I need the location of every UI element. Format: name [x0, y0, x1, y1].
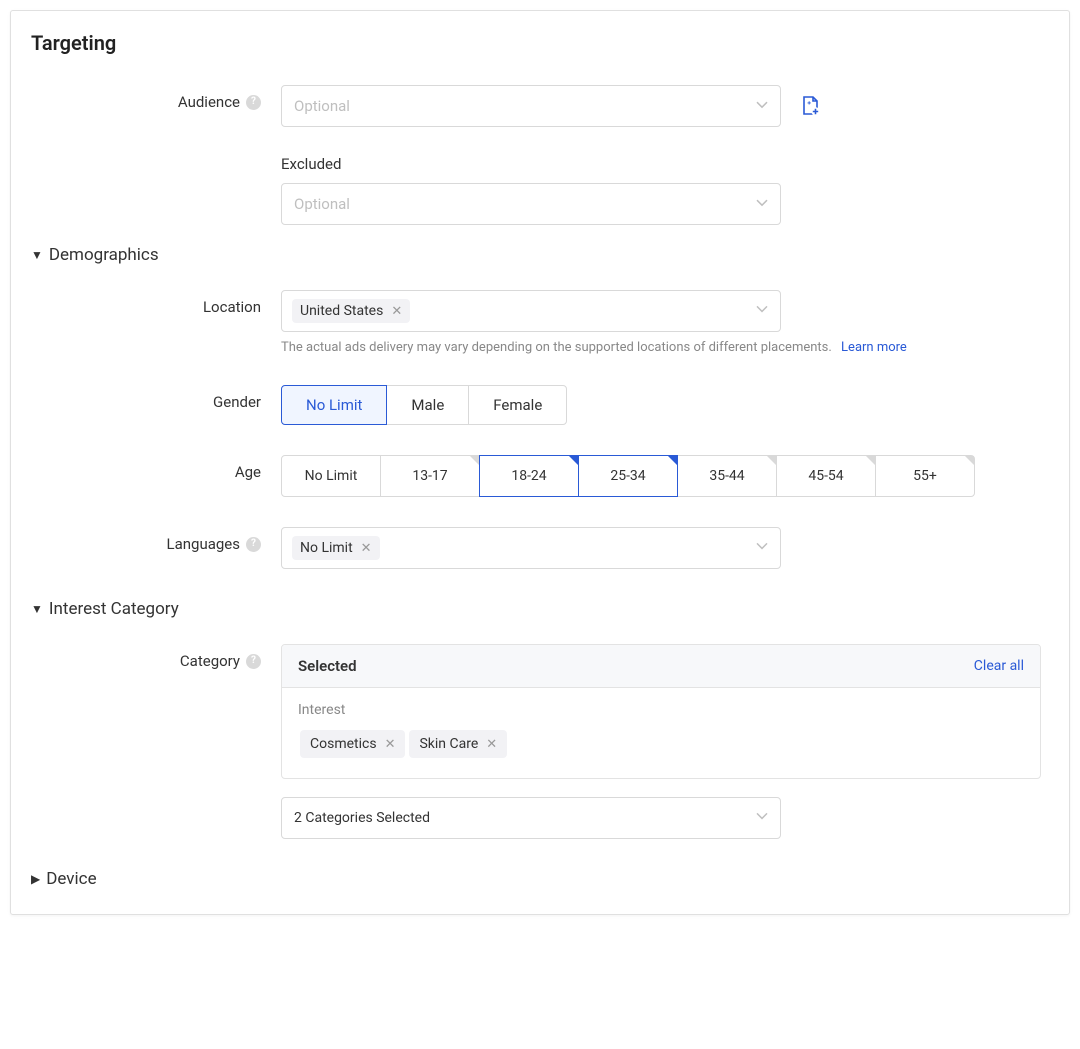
- interest-section-toggle[interactable]: ▼ Interest Category: [31, 599, 1049, 619]
- chevron-down-icon: [756, 538, 768, 554]
- chevron-down-icon: [756, 101, 768, 109]
- caret-down-icon: ▼: [31, 602, 43, 616]
- gender-option[interactable]: Male: [386, 385, 469, 425]
- remove-tag-icon[interactable]: ✕: [391, 305, 402, 318]
- corner-mark-icon: [866, 456, 875, 465]
- device-section-title: Device: [46, 869, 96, 889]
- corner-mark-icon: [767, 456, 776, 465]
- age-option[interactable]: 55+: [875, 455, 975, 497]
- age-option[interactable]: No Limit: [281, 455, 381, 497]
- languages-label: Languages ?: [31, 527, 281, 553]
- corner-mark-icon: [569, 456, 578, 465]
- interest-section-title: Interest Category: [49, 599, 179, 619]
- excluded-placeholder: Optional: [294, 195, 350, 213]
- excluded-label: Excluded: [281, 155, 1049, 173]
- category-selected-box: Selected Clear all Interest Cosmetics✕Sk…: [281, 644, 1041, 779]
- language-tag: No Limit✕: [292, 536, 380, 560]
- location-label: Location: [31, 290, 281, 316]
- help-icon[interactable]: ?: [246, 654, 261, 669]
- demographics-section-toggle[interactable]: ▼ Demographics: [31, 245, 1049, 265]
- remove-tag-icon[interactable]: ✕: [385, 738, 396, 751]
- selected-label: Selected: [298, 657, 357, 675]
- audience-placeholder: Optional: [294, 97, 350, 115]
- gender-segmented: No LimitMaleFemale: [281, 385, 1049, 425]
- category-summary: 2 Categories Selected: [294, 810, 430, 826]
- interest-tag: Skin Care✕: [409, 730, 507, 758]
- corner-mark-icon: [668, 456, 677, 465]
- chevron-down-icon: [756, 808, 768, 824]
- clear-all-button[interactable]: Clear all: [974, 658, 1024, 674]
- age-option[interactable]: 18-24: [479, 455, 579, 497]
- audience-select[interactable]: Optional: [281, 85, 781, 127]
- interest-tag: Cosmetics✕: [300, 730, 405, 758]
- location-select[interactable]: United States✕: [281, 290, 781, 332]
- gender-option[interactable]: No Limit: [281, 385, 387, 425]
- gender-label: Gender: [31, 385, 281, 411]
- age-segmented: No Limit13-1718-2425-3435-4445-5455+: [281, 455, 1049, 497]
- corner-mark-icon: [965, 456, 974, 465]
- caret-right-icon: ▶: [31, 872, 40, 886]
- gender-option[interactable]: Female: [468, 385, 567, 425]
- interest-group-label: Interest: [298, 702, 1024, 718]
- age-option[interactable]: 45-54: [776, 455, 876, 497]
- device-section-toggle[interactable]: ▶ Device: [31, 869, 1049, 889]
- category-select[interactable]: 2 Categories Selected: [281, 797, 781, 839]
- demographics-section-title: Demographics: [49, 245, 159, 265]
- remove-tag-icon[interactable]: ✕: [361, 542, 372, 555]
- age-label: Age: [31, 455, 281, 481]
- create-audience-icon[interactable]: [801, 96, 819, 116]
- help-icon[interactable]: ?: [246, 537, 261, 552]
- learn-more-link[interactable]: Learn more: [841, 340, 907, 355]
- chevron-down-icon: [756, 301, 768, 317]
- category-label: Category ?: [31, 644, 281, 670]
- help-icon[interactable]: ?: [246, 95, 261, 110]
- chevron-down-icon: [756, 199, 768, 207]
- languages-select[interactable]: No Limit✕: [281, 527, 781, 569]
- panel-title: Targeting: [31, 31, 1049, 55]
- caret-down-icon: ▼: [31, 248, 43, 262]
- corner-mark-icon: [470, 456, 479, 465]
- age-option[interactable]: 35-44: [677, 455, 777, 497]
- location-tag: United States✕: [292, 299, 410, 323]
- excluded-audience-select[interactable]: Optional: [281, 183, 781, 225]
- age-option[interactable]: 13-17: [380, 455, 480, 497]
- age-option[interactable]: 25-34: [578, 455, 678, 497]
- location-hint: The actual ads delivery may vary dependi…: [281, 340, 1049, 355]
- audience-label-text: Audience: [178, 93, 240, 111]
- remove-tag-icon[interactable]: ✕: [486, 738, 497, 751]
- audience-label: Audience ?: [31, 85, 281, 111]
